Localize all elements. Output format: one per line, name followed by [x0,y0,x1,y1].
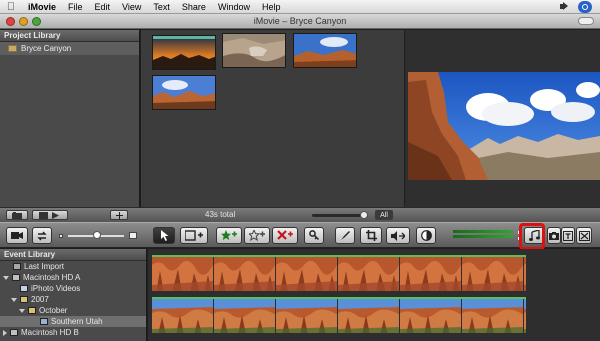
event-library-header: Event Library [0,249,146,261]
disclosure-triangle-icon[interactable] [19,308,25,313]
photos-button[interactable] [547,227,561,244]
project-library-header: Project Library [0,30,139,42]
crop-button[interactable] [360,227,382,244]
event-item-label: Southern Utah [51,317,103,326]
project-clip-thumbnail-2[interactable] [222,33,286,68]
minimize-window-button[interactable] [19,16,28,26]
menu-window[interactable]: Window [212,2,256,12]
menu-app-name[interactable]: iMovie [22,2,62,12]
library-bottom-bar: 43s total All [0,207,600,222]
add-to-project-button[interactable] [180,227,208,244]
project-library-pane: Project Library Bryce Canyon [0,30,140,207]
toolbar-toggle-button[interactable] [578,17,594,25]
project-total-duration: 43s total [205,210,236,219]
camera-import-button[interactable] [6,227,28,244]
large-thumbnail-icon [129,232,137,239]
color-picker-button[interactable] [335,227,355,244]
event-item-label: Macintosh HD A [23,273,81,282]
arrow-tool-button[interactable] [153,227,175,244]
mark-favorite-button[interactable] [216,227,242,244]
event-library-pane: Event Library Last Import Macintosh HD A… [0,249,147,341]
spotlight-search-icon[interactable] [578,0,592,13]
reject-button[interactable] [272,227,298,244]
menu-bar:  iMovie File Edit View Text Share Windo… [0,0,600,14]
event-clip-filmstrip-1[interactable] [152,255,526,291]
event-item-label: iPhoto Videos [31,284,81,293]
menu-file[interactable]: File [62,2,89,12]
disclosure-triangle-icon[interactable] [11,297,17,302]
zoom-window-button[interactable] [32,16,41,26]
disclosure-triangle-icon[interactable] [3,329,7,336]
event-browser [148,249,600,341]
menu-share[interactable]: Share [176,2,212,12]
event-icon [40,318,48,325]
menu-help[interactable]: Help [256,2,287,12]
viewer-pane [405,30,600,207]
project-icon [8,45,17,52]
thumbnail-zoom-knob[interactable] [360,211,368,219]
event-item-last-import[interactable]: Last Import [0,261,146,272]
event-item-macintosh-hd-b[interactable]: Macintosh HD B [0,327,146,338]
add-project-button[interactable] [110,210,128,220]
event-clip-filmstrip-2[interactable] [152,297,526,333]
play-full-screen-button[interactable] [32,210,68,220]
keyword-button[interactable] [304,227,324,244]
volume-adjust-button[interactable] [386,227,410,244]
project-item-bryce-canyon[interactable]: Bryce Canyon [0,42,139,55]
star-icon [20,285,28,292]
swap-view-button[interactable] [32,227,52,244]
audio-level-meter [453,230,513,240]
event-item-label: Last Import [24,262,65,271]
folder-icon [20,296,28,303]
hard-drive-icon [10,329,18,336]
window-title: iMovie – Bryce Canyon [253,16,347,26]
event-item-2007[interactable]: 2007 [0,294,146,305]
video-viewer[interactable] [408,72,600,180]
clip-size-slider-knob[interactable] [93,231,101,239]
project-browser [141,30,404,207]
meter-dot-upper-icon [518,231,521,234]
project-clip-thumbnail-1[interactable] [152,35,216,70]
folder-icon [28,307,36,314]
menu-text[interactable]: Text [147,2,176,12]
event-item-southern-utah[interactable]: Southern Utah [0,316,146,327]
event-item-label: Macintosh HD B [21,328,79,337]
event-item-label: October [39,306,68,315]
event-item-october[interactable]: October [0,305,146,316]
titles-button[interactable] [561,227,575,244]
transitions-button[interactable] [576,227,592,244]
zoom-all-label[interactable]: All [375,210,393,220]
project-clip-thumbnail-3[interactable] [293,33,357,68]
menu-edit[interactable]: Edit [89,2,117,12]
close-window-button[interactable] [6,16,15,26]
event-item-label: 2007 [31,295,49,304]
main-toolbar [0,222,600,248]
window-title-bar: iMovie – Bryce Canyon [0,14,600,29]
project-clip-thumbnail-4[interactable] [152,75,216,110]
music-and-sound-effects-button[interactable] [524,227,545,244]
menu-view[interactable]: View [116,2,147,12]
meter-dot-lower-icon [518,237,521,240]
volume-icon[interactable] [560,2,570,11]
hard-drive-icon [12,274,20,281]
project-item-label: Bryce Canyon [21,44,72,53]
film-icon [13,263,21,270]
unmark-button[interactable] [244,227,270,244]
event-item-iphoto-videos[interactable]: iPhoto Videos [0,283,146,294]
clip-adjust-button[interactable] [416,227,436,244]
disclosure-triangle-icon[interactable] [3,275,9,280]
new-project-button[interactable] [6,210,28,220]
apple-menu-icon[interactable]:  [0,1,22,13]
event-item-macintosh-hd-a[interactable]: Macintosh HD A [0,272,146,283]
small-thumbnail-icon [59,234,63,238]
